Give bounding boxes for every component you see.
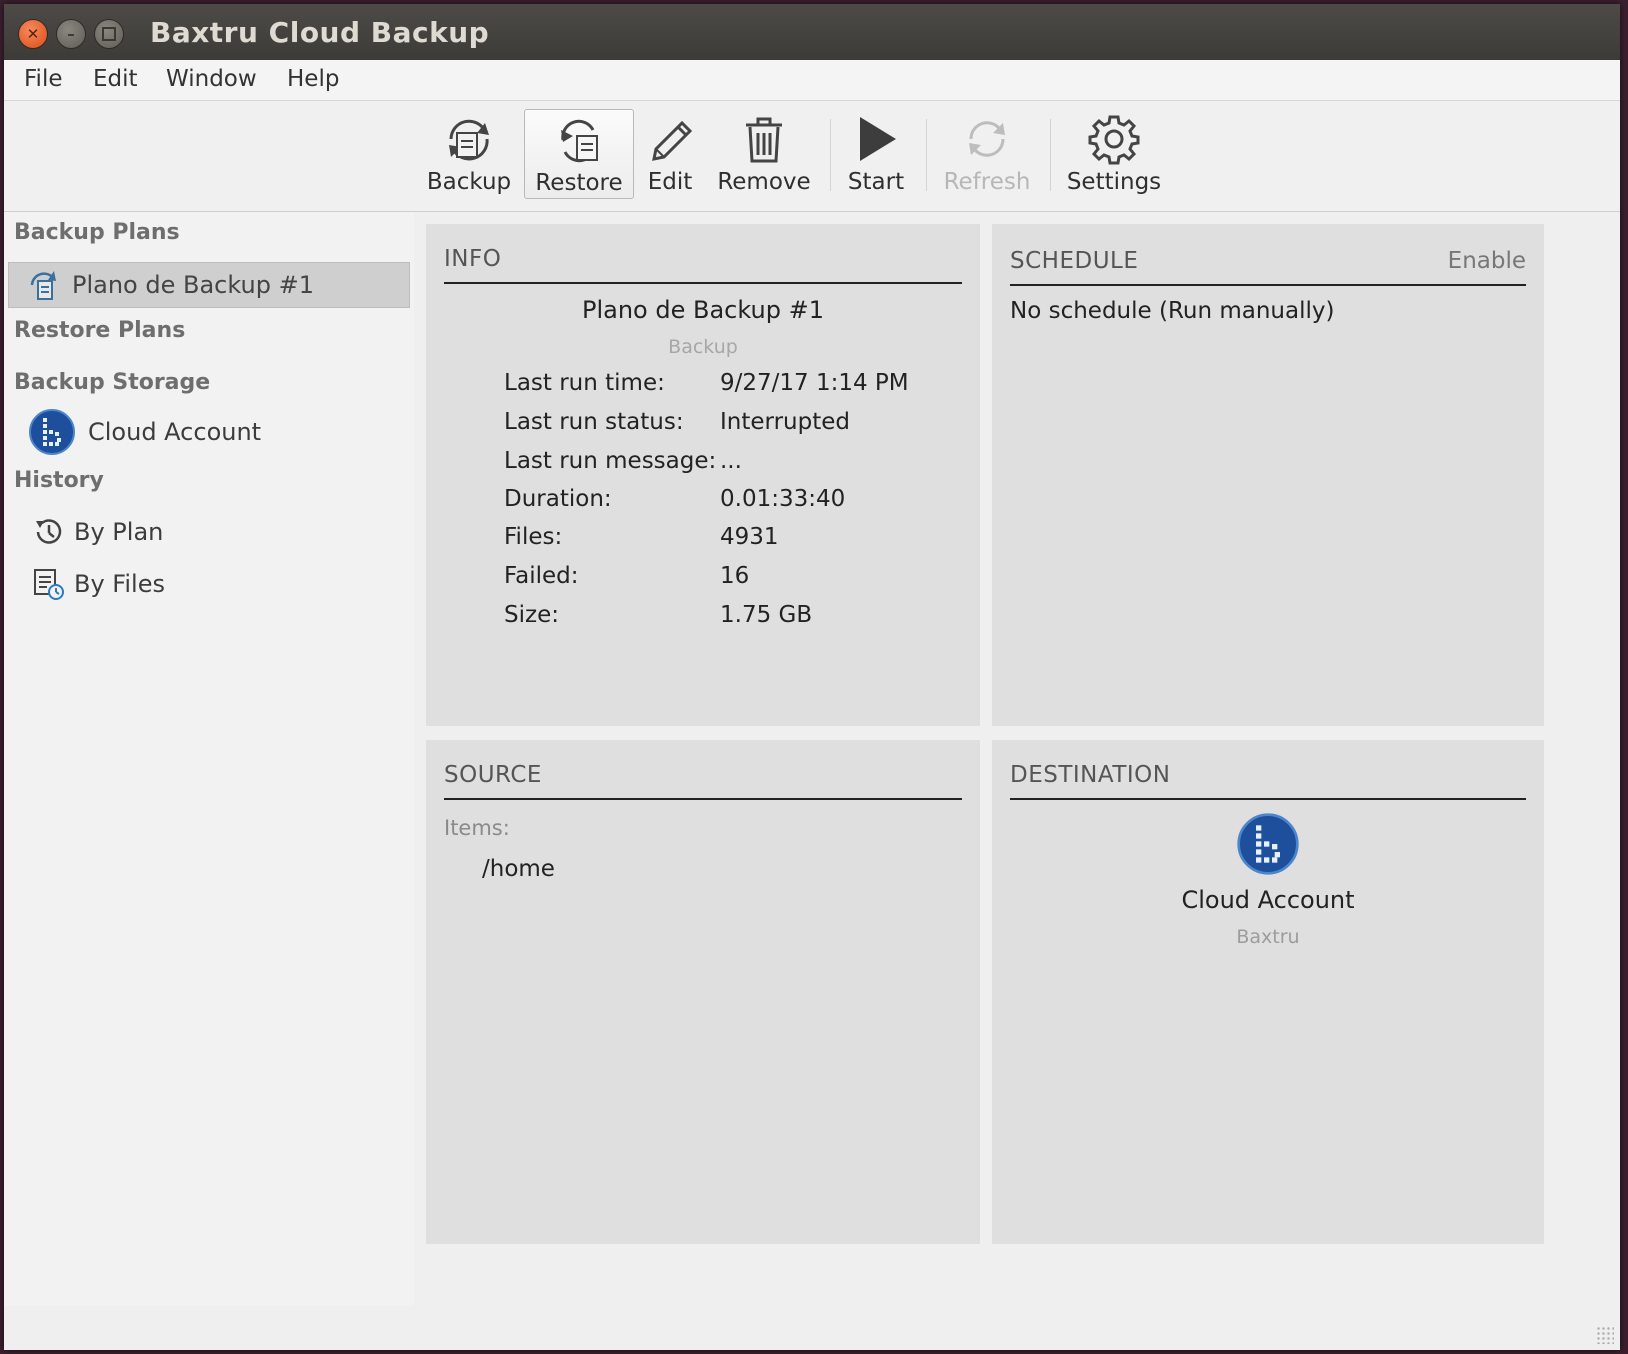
resize-grip[interactable] bbox=[1596, 1326, 1614, 1344]
status-bar bbox=[4, 1306, 1620, 1350]
maximize-button[interactable] bbox=[94, 19, 124, 49]
destination-provider: Baxtru bbox=[1236, 926, 1300, 948]
destination-panel-title: DESTINATION bbox=[1010, 762, 1171, 788]
title-bar: ✕ – Baxtru Cloud Backup bbox=[4, 4, 1620, 60]
start-label: Start bbox=[847, 169, 905, 195]
restore-icon bbox=[561, 119, 598, 163]
source-item: /home bbox=[482, 856, 555, 882]
sidebar-item-label: By Plan bbox=[74, 518, 164, 546]
schedule-panel-title: SCHEDULE bbox=[1010, 248, 1139, 274]
toolbar-separator bbox=[926, 119, 927, 191]
pencil-icon bbox=[652, 120, 693, 161]
history-clock-icon bbox=[36, 519, 62, 544]
sidebar: Backup Plans Plano de Backup #1 Restore … bbox=[4, 212, 414, 1306]
info-value-last-run-status: Interrupted bbox=[720, 409, 850, 435]
menu-bar: File Edit Window Help bbox=[4, 60, 1620, 101]
info-panel-header: INFO bbox=[444, 224, 962, 284]
close-button[interactable]: ✕ bbox=[18, 19, 48, 49]
info-value-failed: 16 bbox=[720, 563, 750, 589]
info-label-last-run-status: Last run status: bbox=[504, 409, 684, 435]
info-value-duration: 0.01:33:40 bbox=[720, 486, 846, 512]
sidebar-header-history: History bbox=[14, 468, 104, 493]
sidebar-item-label: By Files bbox=[74, 570, 165, 598]
schedule-text: No schedule (Run manually) bbox=[1010, 298, 1335, 324]
backup-icon bbox=[449, 119, 489, 161]
sidebar-item-by-files[interactable]: By Files bbox=[32, 566, 165, 602]
minimize-button[interactable]: – bbox=[56, 19, 86, 49]
info-panel-title: INFO bbox=[444, 246, 502, 272]
destination-panel: DESTINATION Cloud Account Baxtru bbox=[992, 740, 1544, 1244]
schedule-panel-header: SCHEDULE Enable bbox=[1010, 224, 1526, 286]
source-panel-title: SOURCE bbox=[444, 762, 542, 788]
menu-help[interactable]: Help bbox=[287, 66, 339, 92]
destination-name: Cloud Account bbox=[1181, 886, 1355, 914]
minimize-icon: – bbox=[67, 25, 75, 43]
info-label-size: Size: bbox=[504, 602, 559, 628]
info-label-duration: Duration: bbox=[504, 486, 612, 512]
play-icon bbox=[860, 117, 896, 161]
info-label-files: Files: bbox=[504, 524, 563, 550]
edit-button[interactable]: Edit bbox=[644, 109, 696, 199]
sidebar-item-by-plan[interactable]: By Plan bbox=[32, 514, 163, 550]
app-window: ✕ – Baxtru Cloud Backup File Edit Window… bbox=[4, 4, 1620, 1350]
info-value-last-run-message[interactable]: ... bbox=[720, 448, 742, 474]
refresh-label: Refresh bbox=[943, 169, 1031, 195]
edit-label: Edit bbox=[647, 169, 693, 195]
toolbar-separator bbox=[1050, 119, 1051, 191]
sidebar-item-cloud-account[interactable]: Cloud Account bbox=[28, 408, 261, 456]
schedule-enable-link[interactable]: Enable bbox=[1448, 248, 1526, 274]
backup-plan-icon bbox=[30, 271, 56, 300]
start-button[interactable]: Start bbox=[846, 109, 906, 199]
sidebar-header-backup-plans: Backup Plans bbox=[14, 220, 180, 245]
maximize-icon bbox=[102, 27, 116, 41]
toolbar-separator bbox=[830, 119, 831, 191]
schedule-panel: SCHEDULE Enable No schedule (Run manuall… bbox=[992, 224, 1544, 726]
remove-button[interactable]: Remove bbox=[717, 109, 811, 199]
baxtru-logo-icon bbox=[1237, 813, 1299, 875]
source-items-label: Items: bbox=[444, 816, 510, 840]
backup-label: Backup bbox=[426, 169, 512, 195]
sidebar-item-label: Cloud Account bbox=[88, 418, 262, 446]
toolbar: Backup Restore Edit Remove Start Refresh… bbox=[4, 101, 1620, 212]
refresh-icon bbox=[969, 121, 1005, 157]
info-value-size: 1.75 GB bbox=[720, 602, 813, 628]
sidebar-item-backup-plan[interactable]: Plano de Backup #1 bbox=[26, 262, 314, 308]
info-value-files: 4931 bbox=[720, 524, 779, 550]
info-label-failed: Failed: bbox=[504, 563, 579, 589]
gear-icon bbox=[1088, 115, 1140, 165]
plan-type: Backup bbox=[668, 336, 738, 358]
info-panel: INFO Plano de Backup #1 Backup Last run … bbox=[426, 224, 980, 726]
plan-name: Plano de Backup #1 bbox=[582, 296, 824, 324]
restore-button[interactable]: Restore bbox=[524, 109, 634, 199]
settings-label: Settings bbox=[1066, 169, 1162, 195]
source-panel-header: SOURCE bbox=[444, 740, 962, 800]
menu-window[interactable]: Window bbox=[166, 66, 257, 92]
info-label-last-run-time: Last run time: bbox=[504, 370, 665, 396]
menu-file[interactable]: File bbox=[24, 66, 63, 92]
sidebar-item-label: Plano de Backup #1 bbox=[72, 271, 314, 299]
trash-icon bbox=[746, 117, 782, 163]
file-history-icon bbox=[34, 569, 64, 600]
backup-button[interactable]: Backup bbox=[426, 109, 512, 199]
source-panel: SOURCE Items: /home bbox=[426, 740, 980, 1244]
sidebar-header-backup-storage: Backup Storage bbox=[14, 370, 211, 395]
refresh-button[interactable]: Refresh bbox=[942, 109, 1032, 199]
baxtru-logo-icon bbox=[29, 409, 75, 455]
close-icon: ✕ bbox=[26, 25, 40, 43]
info-value-last-run-time: 9/27/17 1:14 PM bbox=[720, 370, 909, 396]
restore-label: Restore bbox=[535, 170, 623, 196]
menu-edit[interactable]: Edit bbox=[93, 66, 138, 92]
window-title: Baxtru Cloud Backup bbox=[150, 16, 490, 49]
info-label-last-run-message: Last run message: bbox=[504, 448, 717, 474]
remove-label: Remove bbox=[717, 169, 811, 195]
settings-button[interactable]: Settings bbox=[1066, 109, 1162, 199]
destination-panel-header: DESTINATION bbox=[1010, 740, 1526, 800]
sidebar-header-restore-plans[interactable]: Restore Plans bbox=[14, 318, 185, 343]
